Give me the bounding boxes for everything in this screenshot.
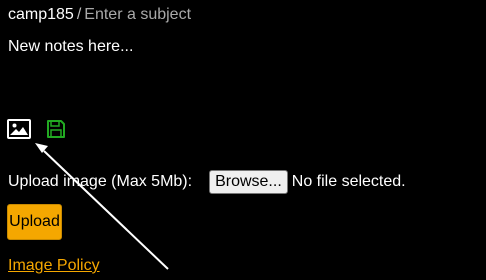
- subject-input[interactable]: [84, 6, 325, 24]
- header: camp185/: [8, 5, 325, 25]
- upload-row: Upload image (Max 5Mb): Browse... No fil…: [8, 170, 406, 194]
- browse-button[interactable]: Browse...: [209, 170, 288, 194]
- image-icon[interactable]: [7, 118, 31, 140]
- arrow-head: [35, 143, 48, 153]
- save-icon[interactable]: [44, 118, 68, 140]
- file-status: No file selected.: [291, 173, 406, 190]
- upload-button[interactable]: Upload: [7, 204, 62, 240]
- image-policy-link[interactable]: Image Policy: [8, 256, 100, 276]
- notes-textarea[interactable]: [8, 36, 478, 112]
- header-separator: /: [76, 6, 82, 23]
- upload-label: Upload image (Max 5Mb):: [8, 173, 193, 190]
- username: camp185: [8, 6, 74, 23]
